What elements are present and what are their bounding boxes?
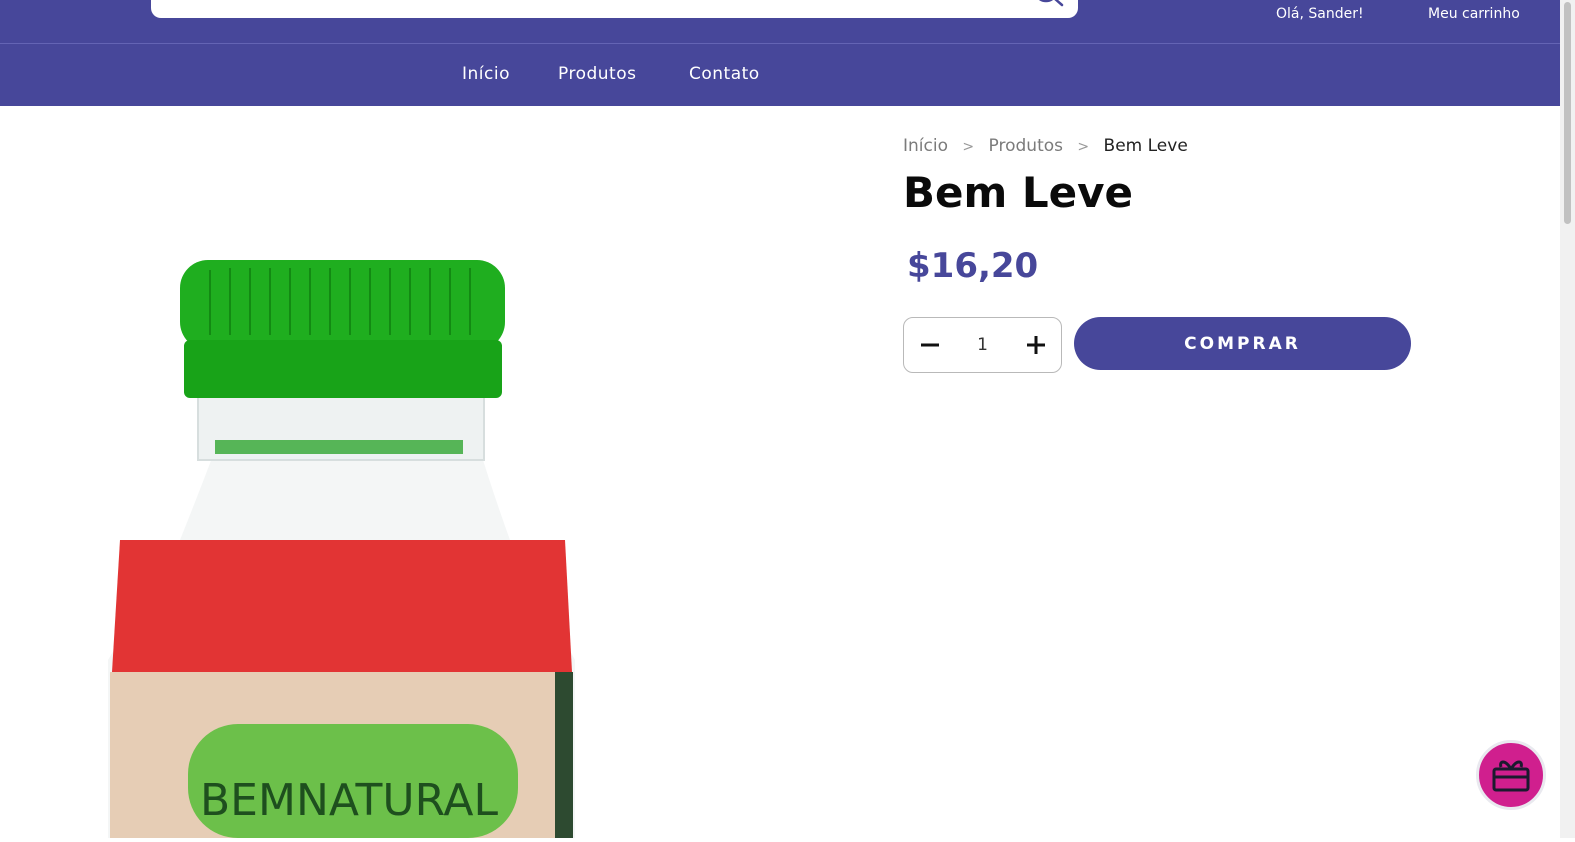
product-image: BEMNATURAL (100, 240, 600, 838)
increase-quantity-button[interactable] (1009, 318, 1061, 372)
gift-button[interactable] (1476, 740, 1546, 810)
nav-item-produtos[interactable]: Produtos (558, 64, 636, 84)
search-input[interactable] (163, 0, 1017, 18)
product-price: $16,20 (907, 246, 1039, 286)
decrease-quantity-button[interactable] (904, 318, 956, 372)
breadcrumb-separator: > (1077, 139, 1090, 155)
bottle-brand-text: BEMNATURAL (200, 775, 499, 826)
cart-link[interactable]: Meu carrinho (1428, 6, 1520, 22)
top-header: Olá, Sander! Meu carrinho (0, 0, 1560, 44)
quantity-value[interactable]: 1 (956, 318, 1009, 372)
plus-icon (1027, 336, 1045, 354)
product-title: Bem Leve (903, 168, 1133, 217)
breadcrumb-inicio[interactable]: Início (903, 136, 948, 156)
page-scrollbar[interactable] (1560, 0, 1575, 838)
search-box[interactable] (151, 0, 1078, 18)
scrollbar-thumb[interactable] (1564, 2, 1571, 224)
nav-item-contato[interactable]: Contato (689, 64, 760, 84)
buy-button[interactable]: COMPRAR (1074, 317, 1411, 370)
main-nav: Início Produtos Contato (0, 44, 1560, 106)
breadcrumb-separator: > (962, 139, 975, 155)
breadcrumb-produtos[interactable]: Produtos (989, 136, 1063, 156)
quantity-stepper: 1 (903, 317, 1062, 373)
nav-item-inicio[interactable]: Início (462, 64, 510, 84)
breadcrumb: Início > Produtos > Bem Leve (903, 136, 1188, 156)
gift-icon (1492, 760, 1530, 792)
breadcrumb-current: Bem Leve (1103, 136, 1188, 156)
minus-icon (921, 343, 939, 347)
search-icon[interactable] (1026, 0, 1066, 16)
user-greeting[interactable]: Olá, Sander! (1276, 6, 1364, 22)
